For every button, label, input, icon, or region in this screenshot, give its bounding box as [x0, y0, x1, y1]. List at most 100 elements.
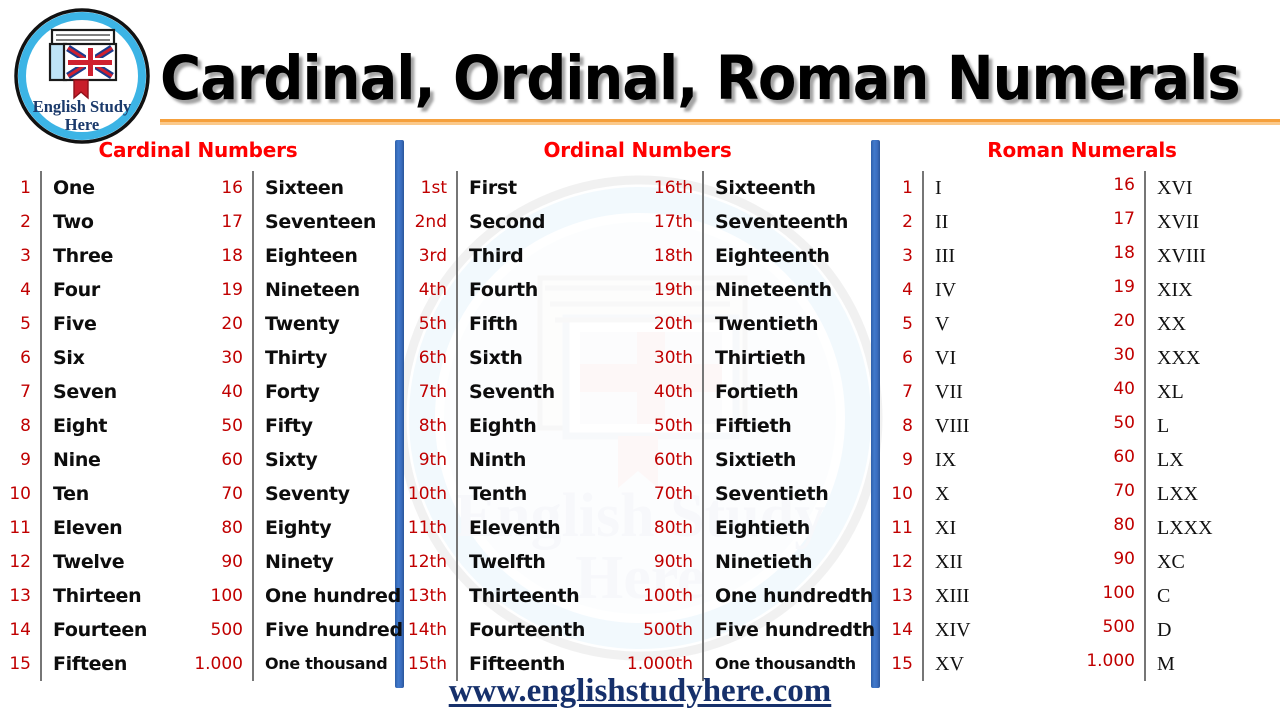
word-cell: Fiftieth — [715, 415, 792, 437]
word-cell: One hundredth — [715, 585, 873, 607]
numeral-cell: 12th — [407, 552, 447, 572]
word-cell: Ninth — [469, 449, 527, 471]
numeral-cell: 19th — [653, 280, 693, 300]
word-cell: Eighth — [469, 415, 537, 437]
numeral-cell: 10th — [407, 484, 447, 504]
word-cell: Eighteenth — [715, 245, 830, 267]
cardinal-left-word-column: One Two Three Four Five Six Seven Eight Nine Ten E… — [40, 171, 192, 681]
word-cell: IV — [935, 279, 957, 301]
numeral-cell: 20 — [221, 314, 243, 334]
word-cell: Seventeenth — [715, 211, 849, 233]
word-cell: VII — [935, 381, 963, 403]
word-cell: VI — [935, 347, 957, 369]
numeral-cell: 100 — [1102, 583, 1135, 603]
word-cell: Fourth — [469, 279, 538, 301]
numeral-cell: 6 — [902, 348, 913, 368]
word-cell: XIII — [935, 585, 970, 607]
numeral-cell: 500 — [1102, 617, 1135, 637]
word-cell: Tenth — [469, 483, 527, 505]
numeral-cell: 30 — [221, 348, 243, 368]
word-cell: XVIII — [1157, 245, 1206, 267]
word-cell: Eighty — [265, 517, 332, 539]
numeral-cell: 50th — [653, 416, 693, 436]
numeral-cell: 18th — [653, 246, 693, 266]
word-cell: Eleventh — [469, 517, 561, 539]
word-cell: Fifth — [469, 313, 518, 335]
roman-half-right: 16 17 18 19 20 30 40 50 60 70 80 90 100 500 1.000 XVI X… — [1084, 171, 1270, 681]
word-cell: LXXX — [1157, 517, 1213, 539]
numeral-cell: 16 — [1113, 175, 1135, 195]
word-cell: Sixtieth — [715, 449, 797, 471]
word-cell: Nine — [53, 449, 101, 471]
numeral-cell: 90 — [221, 552, 243, 572]
numeral-cell: 40 — [221, 382, 243, 402]
numeral-cell: 5 — [20, 314, 31, 334]
numeral-cell: 70 — [221, 484, 243, 504]
numeral-cell: 8 — [902, 416, 913, 436]
cardinal-half-right: 16 17 18 19 20 30 40 50 60 70 80 90 100 500 1.000 Sixt… — [192, 171, 403, 681]
numeral-cell: 1 — [902, 178, 913, 198]
numeral-cell: 12 — [891, 552, 913, 572]
numeral-cell: 6th — [418, 348, 447, 368]
numeral-cell: 30 — [1113, 345, 1135, 365]
numeral-cell: 80 — [1113, 515, 1135, 535]
word-cell: I — [935, 177, 942, 199]
numeral-cell: 7th — [418, 382, 447, 402]
word-cell: Thirty — [265, 347, 328, 369]
word-cell: Forty — [265, 381, 320, 403]
numeral-cell: 7 — [20, 382, 31, 402]
word-cell: Thirteen — [53, 585, 142, 607]
numeral-cell: 13 — [891, 586, 913, 606]
numeral-cell: 5 — [902, 314, 913, 334]
site-url-link[interactable]: www.englishstudyhere.com — [0, 672, 1280, 710]
word-cell: Eighteen — [265, 245, 358, 267]
word-cell: Ten — [53, 483, 89, 505]
numeral-cell: 9th — [418, 450, 447, 470]
roman-half-left: 1 2 3 4 5 6 7 8 9 10 11 12 13 14 15 I II III IV V VI VII VIII… — [888, 171, 1084, 681]
numeral-cell: 11 — [9, 518, 31, 538]
word-cell: Fifty — [265, 415, 313, 437]
numeral-cell: 8 — [20, 416, 31, 436]
numeral-cell: 18 — [1113, 243, 1135, 263]
worksheet-page: English Study Here English Study Here Ca… — [0, 0, 1280, 720]
numeral-cell: 10 — [891, 484, 913, 504]
numeral-cell: 4th — [418, 280, 447, 300]
numeral-cell: 18 — [221, 246, 243, 266]
numeral-cell: 90 — [1113, 549, 1135, 569]
numeral-cell: 40th — [653, 382, 693, 402]
section-cardinal-numbers: Cardinal Numbers 1 2 3 4 5 6 7 8 9 10 11 12 13 14 15 O… — [8, 138, 403, 681]
word-cell: Thirtieth — [715, 347, 806, 369]
roman-right-number-column: 16 17 18 19 20 30 40 50 60 70 80 90 100 500 1.000 — [1084, 171, 1144, 681]
word-cell: Nineteen — [265, 279, 360, 301]
word-cell: Six — [53, 347, 85, 369]
numeral-cell: 1 — [20, 178, 31, 198]
word-cell: Sixty — [265, 449, 318, 471]
numeral-cell: 19 — [1113, 277, 1135, 297]
numeral-cell: 3 — [902, 246, 913, 266]
numeral-cell: 12 — [9, 552, 31, 572]
word-cell: Eight — [53, 415, 108, 437]
numeral-cell: 2 — [902, 212, 913, 232]
numeral-cell: 500 — [210, 620, 243, 640]
numeral-cell: 60th — [653, 450, 693, 470]
numeral-cell: 13th — [407, 586, 447, 606]
word-cell: One hundred — [265, 585, 401, 607]
word-cell: LX — [1157, 449, 1184, 471]
word-cell: D — [1157, 619, 1172, 641]
cardinal-left-number-column: 1 2 3 4 5 6 7 8 9 10 11 12 13 14 15 — [8, 171, 40, 681]
numeral-cell: 80th — [653, 518, 693, 538]
numeral-cell: 6 — [20, 348, 31, 368]
page-title: Cardinal, Ordinal, Roman Numerals — [160, 43, 1241, 114]
numeral-cell: 70th — [653, 484, 693, 504]
numeral-cell: 9 — [902, 450, 913, 470]
word-cell: Third — [469, 245, 524, 267]
cardinal-half-left: 1 2 3 4 5 6 7 8 9 10 11 12 13 14 15 One Two Three Four Fiv… — [8, 171, 192, 681]
word-cell: V — [935, 313, 950, 335]
numeral-cell: 5th — [418, 314, 447, 334]
word-cell: Seventeen — [265, 211, 377, 233]
word-cell: Second — [469, 211, 546, 233]
roman-left-numeral-column: I II III IV V VI VII VIII IX X XI XII XIII XIV XV — [922, 171, 1084, 681]
word-cell: XIX — [1157, 279, 1193, 301]
numeral-cell: 30th — [653, 348, 693, 368]
word-cell: Twelfth — [469, 551, 546, 573]
